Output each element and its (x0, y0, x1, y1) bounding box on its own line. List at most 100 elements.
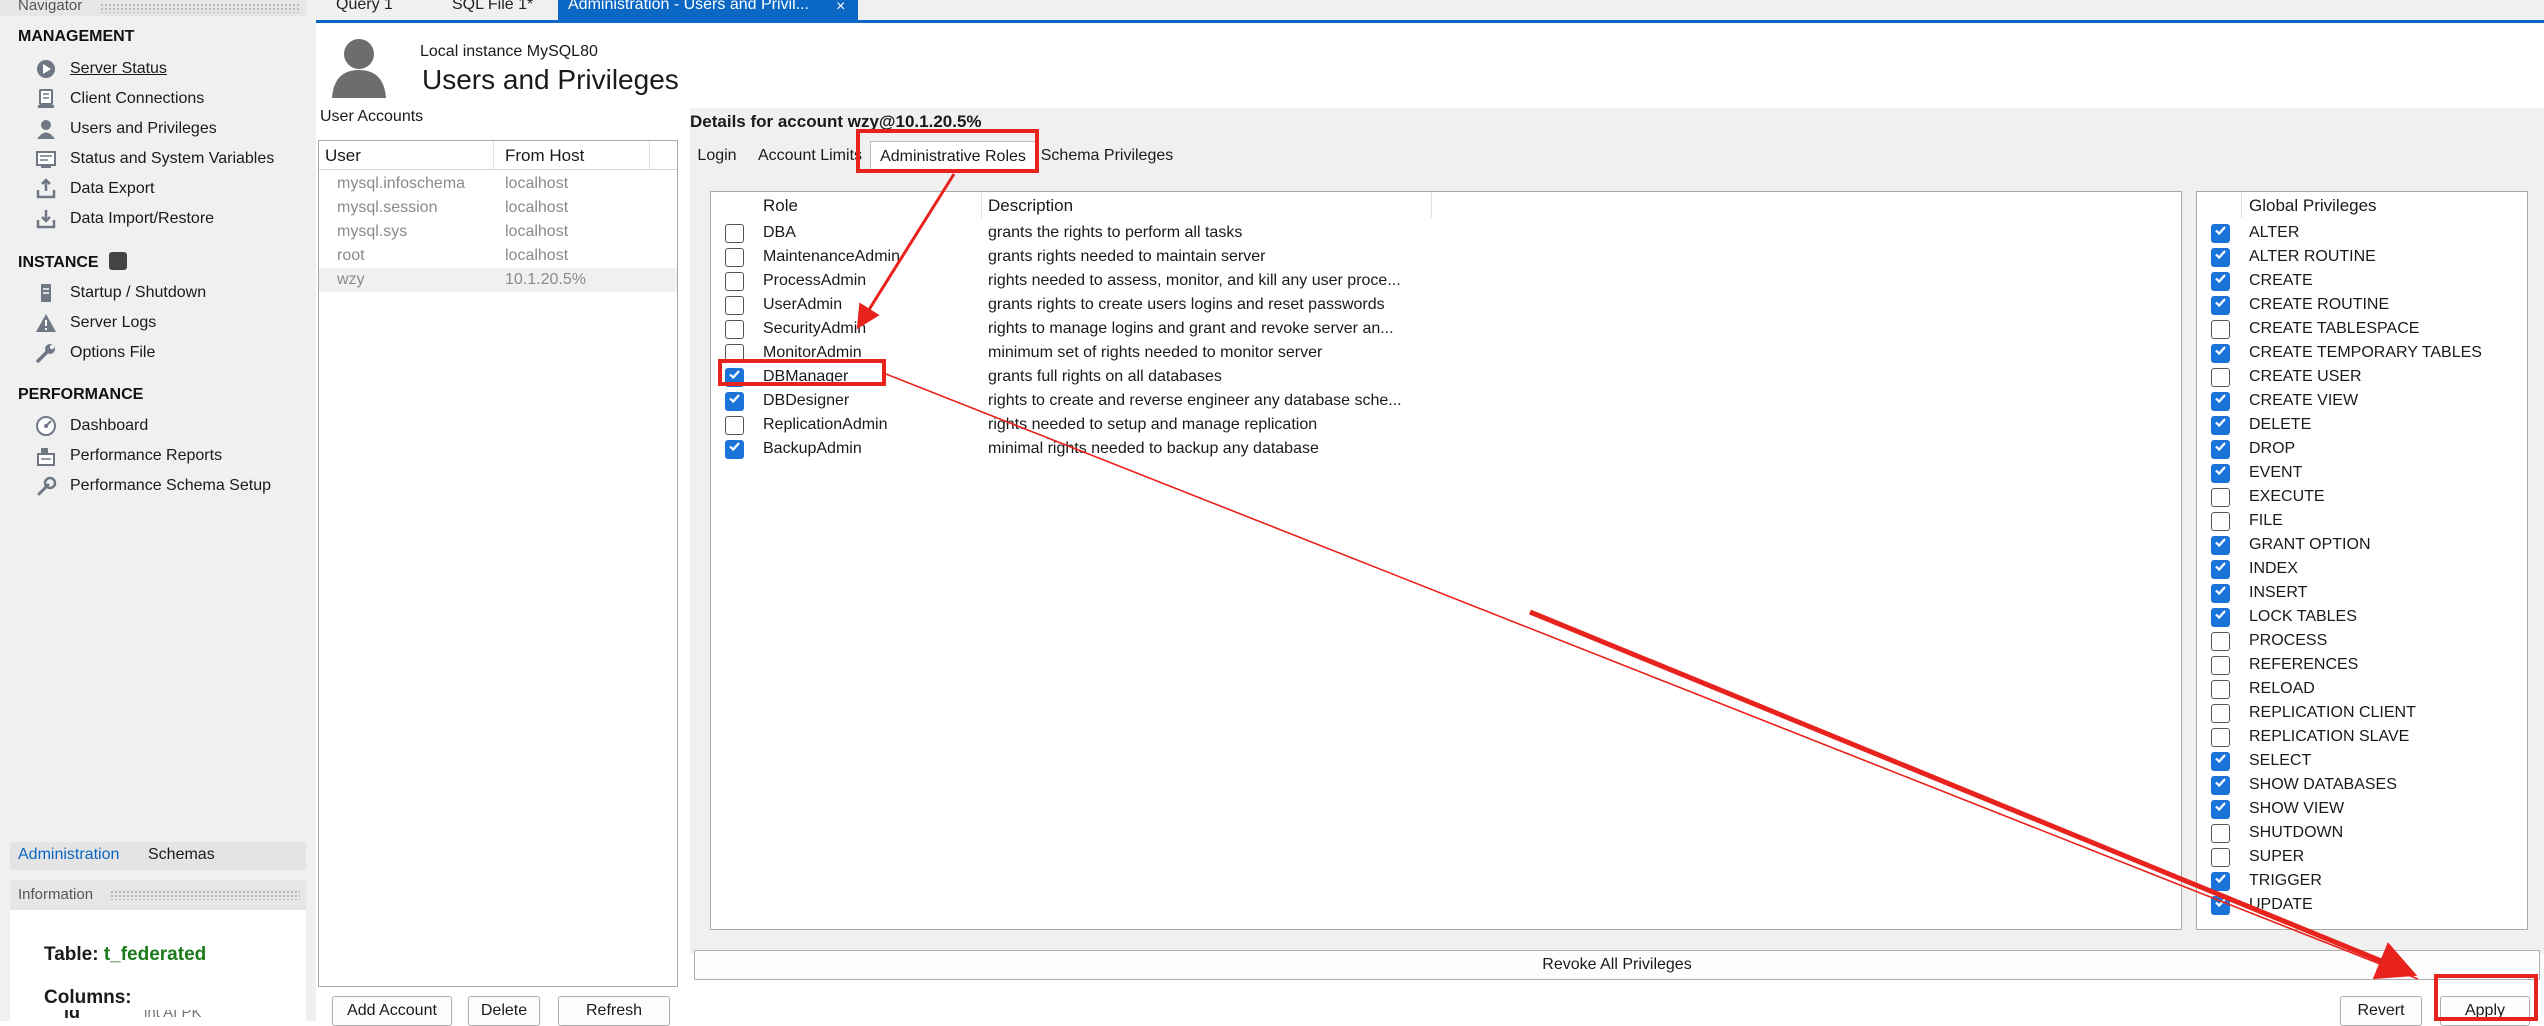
table-row[interactable]: mysql.infoschema localhost (319, 172, 677, 196)
role-checkbox[interactable] (725, 271, 744, 291)
privilege-checkbox[interactable] (2211, 439, 2230, 459)
tab-account-limits[interactable]: Account Limits (754, 141, 866, 171)
privilege-checkbox[interactable] (2211, 679, 2230, 699)
privilege-checkbox[interactable] (2211, 391, 2230, 411)
host-cell: localhost (505, 175, 569, 192)
role-description: minimal rights needed to backup any data… (988, 440, 1319, 457)
privilege-checkbox[interactable] (2211, 823, 2230, 843)
role-checkbox[interactable] (725, 391, 744, 411)
privilege-checkbox[interactable] (2211, 871, 2230, 891)
tab-sql-file-1[interactable]: SQL File 1* (434, 0, 550, 20)
tab-query-1[interactable]: Query 1 (324, 0, 424, 20)
nav-item-label: Status and System Variables (70, 150, 275, 167)
privilege-checkbox[interactable] (2211, 703, 2230, 723)
nav-status-variables[interactable]: Status and System Variables (34, 145, 274, 173)
info-table-name: t_federated (103, 944, 207, 965)
role-checkbox[interactable] (725, 415, 744, 435)
role-description: rights to manage logins and grant and re… (988, 320, 1394, 337)
nav-server-logs[interactable]: Server Logs (34, 309, 156, 337)
check-icon (2213, 415, 2228, 435)
privilege-checkbox[interactable] (2211, 655, 2230, 675)
role-description: minimum set of rights needed to monitor … (988, 344, 1323, 361)
col-description[interactable]: Description (988, 196, 1073, 216)
nav-dashboard[interactable]: Dashboard (34, 412, 148, 440)
privilege-name: CREATE VIEW (2249, 392, 2359, 409)
privilege-checkbox[interactable] (2211, 727, 2230, 747)
privilege-checkbox[interactable] (2211, 751, 2230, 771)
privilege-checkbox[interactable] (2211, 895, 2230, 915)
nav-client-connections[interactable]: Client Connections (34, 85, 204, 113)
privilege-checkbox[interactable] (2211, 463, 2230, 483)
check-icon (2213, 247, 2228, 267)
privilege-checkbox[interactable] (2211, 271, 2230, 291)
nav-performance-schema-setup[interactable]: Performance Schema Setup (34, 472, 271, 500)
nav-item-label: Dashboard (70, 417, 149, 434)
role-name: MaintenanceAdmin (763, 248, 900, 265)
privilege-checkbox[interactable] (2211, 559, 2230, 579)
privilege-checkbox[interactable] (2211, 487, 2230, 507)
nav-startup-shutdown[interactable]: Startup / Shutdown (34, 279, 206, 307)
privilege-checkbox[interactable] (2211, 631, 2230, 651)
privilege-checkbox[interactable] (2211, 583, 2230, 603)
privilege-row: CREATE VIEW (2197, 389, 2527, 413)
privilege-checkbox[interactable] (2211, 511, 2230, 531)
user-icon (34, 117, 58, 141)
tab-login[interactable]: Login (692, 141, 742, 171)
instance-settings-icon[interactable] (109, 252, 128, 270)
privilege-checkbox[interactable] (2211, 319, 2230, 339)
nav-options-file[interactable]: Options File (34, 339, 155, 367)
revert-button[interactable]: Revert (2340, 996, 2422, 1026)
privilege-name: SHOW VIEW (2249, 800, 2345, 817)
section-performance: PERFORMANCE (18, 386, 144, 403)
revoke-all-privileges-button[interactable]: Revoke All Privileges (694, 950, 2540, 980)
refresh-button[interactable]: Refresh (558, 996, 670, 1026)
nav-performance-reports[interactable]: Performance Reports (34, 442, 222, 470)
col-from-host[interactable]: From Host (505, 146, 584, 166)
tab-administration-users[interactable]: Administration - Users and Privil... × (558, 0, 858, 20)
nav-server-status[interactable]: Server Status (34, 55, 167, 83)
table-row[interactable]: mysql.session localhost (319, 196, 677, 220)
role-checkbox[interactable] (725, 247, 744, 267)
privilege-checkbox[interactable] (2211, 535, 2230, 555)
nav-users-privileges[interactable]: Users and Privileges (34, 115, 217, 143)
nav-item-label: Client Connections (70, 90, 205, 107)
nav-data-import[interactable]: Data Import/Restore (34, 205, 214, 233)
table-row[interactable]: mysql.sys localhost (319, 220, 677, 244)
delete-button[interactable]: Delete (468, 996, 540, 1026)
splitter[interactable] (306, 0, 316, 1021)
section-instance: INSTANCE (18, 252, 128, 272)
privilege-checkbox[interactable] (2211, 343, 2230, 363)
privilege-checkbox[interactable] (2211, 799, 2230, 819)
privilege-checkbox[interactable] (2211, 367, 2230, 387)
add-account-button[interactable]: Add Account (332, 996, 452, 1026)
tab-administration[interactable]: Administration (18, 846, 119, 864)
nav-item-label: Data Import/Restore (70, 210, 215, 227)
col-role[interactable]: Role (763, 196, 798, 216)
role-checkbox[interactable] (725, 439, 744, 459)
role-checkbox[interactable] (725, 319, 744, 339)
close-icon[interactable]: × (836, 0, 845, 16)
privilege-checkbox[interactable] (2211, 607, 2230, 627)
col-divider (2241, 192, 2242, 218)
role-checkbox[interactable] (725, 223, 744, 243)
privilege-name: EVENT (2249, 464, 2303, 481)
privilege-checkbox[interactable] (2211, 775, 2230, 795)
info-table-label: Table: (44, 944, 99, 965)
tab-schemas[interactable]: Schemas (148, 846, 215, 864)
table-row-selected[interactable]: wzy 10.1.20.5% (319, 268, 677, 292)
header-grip (100, 3, 300, 13)
instance-label: Local instance MySQL80 (420, 43, 598, 60)
privilege-checkbox[interactable] (2211, 847, 2230, 867)
privilege-checkbox[interactable] (2211, 295, 2230, 315)
role-description: rights needed to assess, monitor, and ki… (988, 272, 1401, 289)
info-columns-label: Columns: (44, 987, 132, 1008)
privilege-checkbox[interactable] (2211, 415, 2230, 435)
role-checkbox[interactable] (725, 295, 744, 315)
privilege-name: EXECUTE (2249, 488, 2325, 505)
col-user[interactable]: User (325, 146, 361, 166)
table-row[interactable]: root localhost (319, 244, 677, 268)
privilege-checkbox[interactable] (2211, 247, 2230, 267)
nav-data-export[interactable]: Data Export (34, 175, 154, 203)
privilege-checkbox[interactable] (2211, 223, 2230, 243)
tab-schema-privileges[interactable]: Schema Privileges (1038, 141, 1176, 171)
